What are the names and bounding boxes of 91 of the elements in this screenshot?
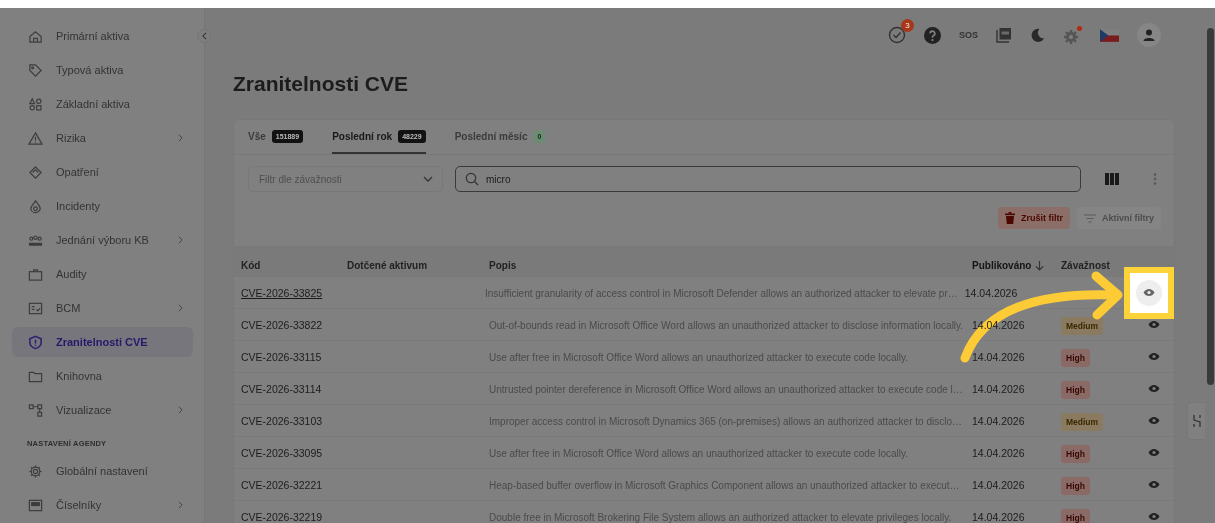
side-panel-tab[interactable] [1187, 402, 1205, 440]
shield-icon [28, 334, 43, 350]
help-icon[interactable] [924, 26, 941, 44]
avatar-button[interactable] [1137, 23, 1161, 47]
date-cell: 14.04.2026 [972, 510, 1025, 523]
sidebar-item[interactable]: Zranitelnosti CVE [12, 327, 193, 357]
people-icon [28, 232, 43, 248]
severity-badge: Medium [1061, 412, 1104, 431]
date-cell: 14.04.2026 [972, 446, 1025, 459]
chevron-right-icon [178, 406, 183, 414]
date-cell: 14.04.2026 [972, 382, 1025, 395]
severity-badge: High [1061, 380, 1090, 399]
resize-icon [1191, 414, 1202, 428]
alert-dot [1077, 25, 1082, 31]
date-cell: 14.04.2026 [972, 478, 1025, 491]
eye-icon [1148, 320, 1160, 329]
notification-badge: 3 [901, 19, 914, 32]
sos-button[interactable]: SOS [959, 30, 978, 40]
checklist-icon [28, 300, 43, 316]
cve-link[interactable]: CVE-2026-33103 [241, 414, 323, 427]
person-icon [1142, 28, 1156, 42]
chevron-right-icon [178, 236, 183, 244]
chevron-right-icon [178, 501, 183, 509]
column-header[interactable]: Závažnost [1054, 260, 1134, 271]
cve-link[interactable]: CVE-2026-33822 [241, 318, 323, 331]
cve-link[interactable]: CVE-2026-33825 [241, 286, 323, 299]
severity-badge: High [1061, 508, 1090, 523]
eye-icon [1148, 352, 1160, 361]
moon-icon[interactable] [1030, 27, 1045, 43]
sidebar-item[interactable]: Opatření [12, 157, 193, 187]
eye-icon [1148, 448, 1160, 457]
eye-icon [1148, 480, 1160, 489]
sidebar-item[interactable]: Základní aktiva [12, 89, 193, 119]
cve-link[interactable]: CVE-2026-32219 [241, 510, 323, 523]
diamond-icon [28, 164, 43, 180]
flag-icon[interactable] [1100, 28, 1119, 42]
column-header[interactable]: Dotčené aktivum [340, 260, 482, 271]
chevron-right-icon [178, 134, 183, 142]
diagram-icon [28, 402, 43, 418]
collapse-button[interactable] [197, 29, 211, 43]
eye-icon [1148, 384, 1160, 393]
search-field[interactable]: micro [455, 166, 1081, 192]
sidebar-item[interactable]: Knihovna [12, 361, 193, 391]
sidebar-item[interactable]: Primární aktiva [12, 21, 193, 51]
date-cell: 14.04.2026 [972, 350, 1025, 363]
cve-link[interactable]: CVE-2026-33095 [241, 446, 323, 459]
window-icon [28, 497, 43, 513]
sidebar-item[interactable]: Rizika [12, 123, 193, 153]
search-icon [465, 172, 479, 186]
sidebar-item[interactable]: Incidenty [12, 191, 193, 221]
flame-icon [28, 198, 43, 214]
severity-badge: Medium [1061, 316, 1104, 335]
columns-icon[interactable] [1105, 173, 1119, 185]
gear-icon [1063, 28, 1079, 45]
briefcase-icon [28, 266, 43, 282]
cve-link[interactable]: CVE-2026-32221 [241, 478, 323, 491]
filter-icon [1084, 213, 1096, 223]
column-header[interactable]: Kód [234, 260, 340, 271]
sidebar-item[interactable]: Vizualizace [12, 395, 193, 425]
scrollbar-thumb[interactable] [1207, 28, 1214, 385]
gear-icon [28, 463, 43, 479]
cve-link[interactable]: CVE-2026-33114 [241, 382, 322, 395]
document-icon[interactable] [996, 27, 1012, 43]
column-header[interactable]: Publikováno [965, 260, 1054, 271]
severity-badge: High [1061, 476, 1090, 495]
eye-icon [1148, 416, 1160, 425]
severity-badge: High [1061, 444, 1090, 463]
severity-badge: High [1061, 348, 1090, 367]
house-icon [28, 28, 43, 44]
check-circle-icon[interactable] [888, 26, 906, 44]
clear-filter-button[interactable]: Zrušit filtr [998, 207, 1070, 229]
shapes-icon [28, 96, 43, 112]
chevron-left-icon [201, 32, 207, 40]
page-title: Zranitelnosti CVE [233, 72, 410, 97]
warning-icon [28, 130, 43, 146]
sidebar-item[interactable]: Jednání výboru KB [12, 225, 193, 255]
sort-arrow-icon [1035, 260, 1045, 271]
chevron-down-icon [423, 176, 433, 182]
chevron-right-icon [178, 304, 183, 312]
sidebar-item[interactable]: Číselníky [12, 490, 193, 520]
date-cell: 14.04.2026 [964, 286, 1018, 299]
cve-link[interactable]: CVE-2026-33115 [241, 350, 322, 363]
sidebar-item[interactable]: Audity [12, 259, 193, 289]
tag-icon [28, 62, 43, 78]
sidebar-item[interactable]: Typová aktiva [12, 55, 193, 85]
column-header[interactable]: Popis [482, 260, 965, 271]
date-cell: 14.04.2026 [972, 414, 1025, 427]
sidebar-item[interactable]: Globální nastavení [12, 456, 193, 486]
eye-icon [1143, 288, 1155, 297]
trash-icon [1005, 212, 1015, 224]
sidebar-item[interactable]: BCM [12, 293, 193, 323]
